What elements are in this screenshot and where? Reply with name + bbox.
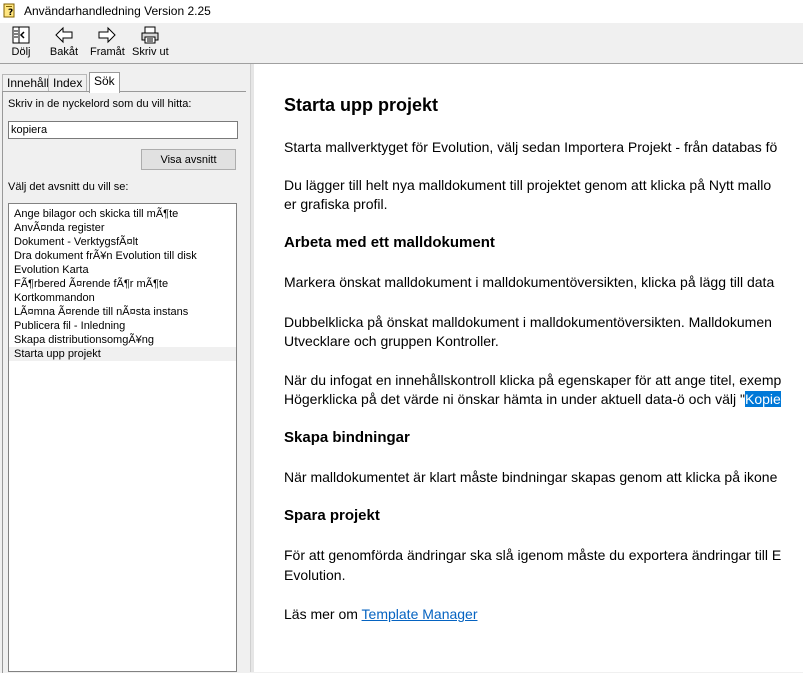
paragraph: er grafiska profil.	[284, 196, 388, 212]
search-hit-highlight: Kopie	[745, 391, 781, 407]
window-title: Användarhandledning Version 2.25	[24, 4, 211, 18]
paragraph: Du lägger till helt nya malldokument til…	[284, 177, 772, 193]
help-book-icon: ?	[2, 3, 18, 19]
article-title: Starta upp projekt	[284, 95, 439, 115]
hide-button[interactable]: Dölj	[8, 25, 34, 61]
arrow-left-icon	[55, 26, 73, 44]
tab-search[interactable]: Sök	[89, 72, 120, 93]
tab-index[interactable]: Index	[48, 74, 88, 92]
paragraph: Starta mallverktyget för Evolution, välj…	[284, 139, 778, 155]
list-item[interactable]: Evolution Karta	[9, 263, 236, 277]
section-heading: Arbeta med ett malldokument	[284, 234, 495, 251]
list-item[interactable]: Skapa distributionsomgÃ¥ng	[9, 333, 236, 347]
keyword-prompt: Skriv in de nyckelord som du vill hitta:	[8, 98, 192, 110]
paragraph: Markera önskat malldokument i malldokume…	[284, 274, 775, 290]
list-item[interactable]: AnvÃ¤nda register	[9, 221, 236, 235]
list-item[interactable]: Dokument - VerktygsfÃ¤lt	[9, 235, 236, 249]
arrow-right-icon	[98, 26, 116, 44]
list-item[interactable]: Dra dokument frÃ¥n Evolution till disk	[9, 249, 236, 263]
paragraph: Läs mer om Template Manager	[284, 606, 478, 622]
printer-icon	[141, 26, 159, 44]
title-bar: ? Användarhandledning Version 2.25	[0, 0, 803, 23]
paragraph: Högerklicka på det värde ni önskar hämta…	[284, 391, 781, 407]
section-heading: Spara projekt	[284, 507, 380, 524]
list-item[interactable]: Publicera fil - Inledning	[9, 319, 236, 333]
paragraph: Dubbelklicka på önskat malldokument i ma…	[284, 314, 772, 330]
tab-contents[interactable]: Innehåll	[2, 74, 55, 92]
list-item[interactable]: Ange bilagor och skicka till mÃ¶te	[9, 207, 236, 221]
template-manager-link[interactable]: Template Manager	[362, 606, 478, 622]
print-button[interactable]: Skriv ut	[132, 25, 169, 61]
list-item[interactable]: Kortkommandon	[9, 291, 236, 305]
topic-content-pane: Starta upp projekt Starta mallverktyget …	[254, 64, 803, 672]
list-item[interactable]: FÃ¶rbered Ã¤rende fÃ¶r mÃ¶te	[9, 277, 236, 291]
select-topic-prompt: Välj det avsnitt du vill se:	[8, 181, 129, 193]
paragraph: För att genomförda ändringar ska slå ige…	[284, 547, 782, 563]
search-input[interactable]	[8, 121, 238, 139]
paragraph: Utvecklare och gruppen Kontroller.	[284, 333, 499, 349]
forward-button[interactable]: Framåt	[90, 25, 125, 61]
hide-pane-icon	[12, 26, 30, 44]
show-topics-button[interactable]: Visa avsnitt	[141, 149, 236, 170]
list-item-selected[interactable]: Starta upp projekt	[9, 347, 236, 361]
paragraph: När du infogat en innehållskontroll klic…	[284, 372, 782, 388]
topic-list[interactable]: Ange bilagor och skicka till mÃ¶te AnvÃ¤…	[8, 203, 237, 672]
paragraph: När malldokumentet är klart måste bindni…	[284, 469, 778, 485]
paragraph: Evolution.	[284, 567, 346, 583]
section-heading: Skapa bindningar	[284, 429, 410, 446]
back-button[interactable]: Bakåt	[48, 25, 80, 61]
list-item[interactable]: LÃ¤mna Ã¤rende till nÃ¤sta instans	[9, 305, 236, 319]
toolbar: Dölj Bakåt Framåt Skriv ut	[0, 23, 803, 63]
svg-text:?: ?	[8, 8, 13, 18]
